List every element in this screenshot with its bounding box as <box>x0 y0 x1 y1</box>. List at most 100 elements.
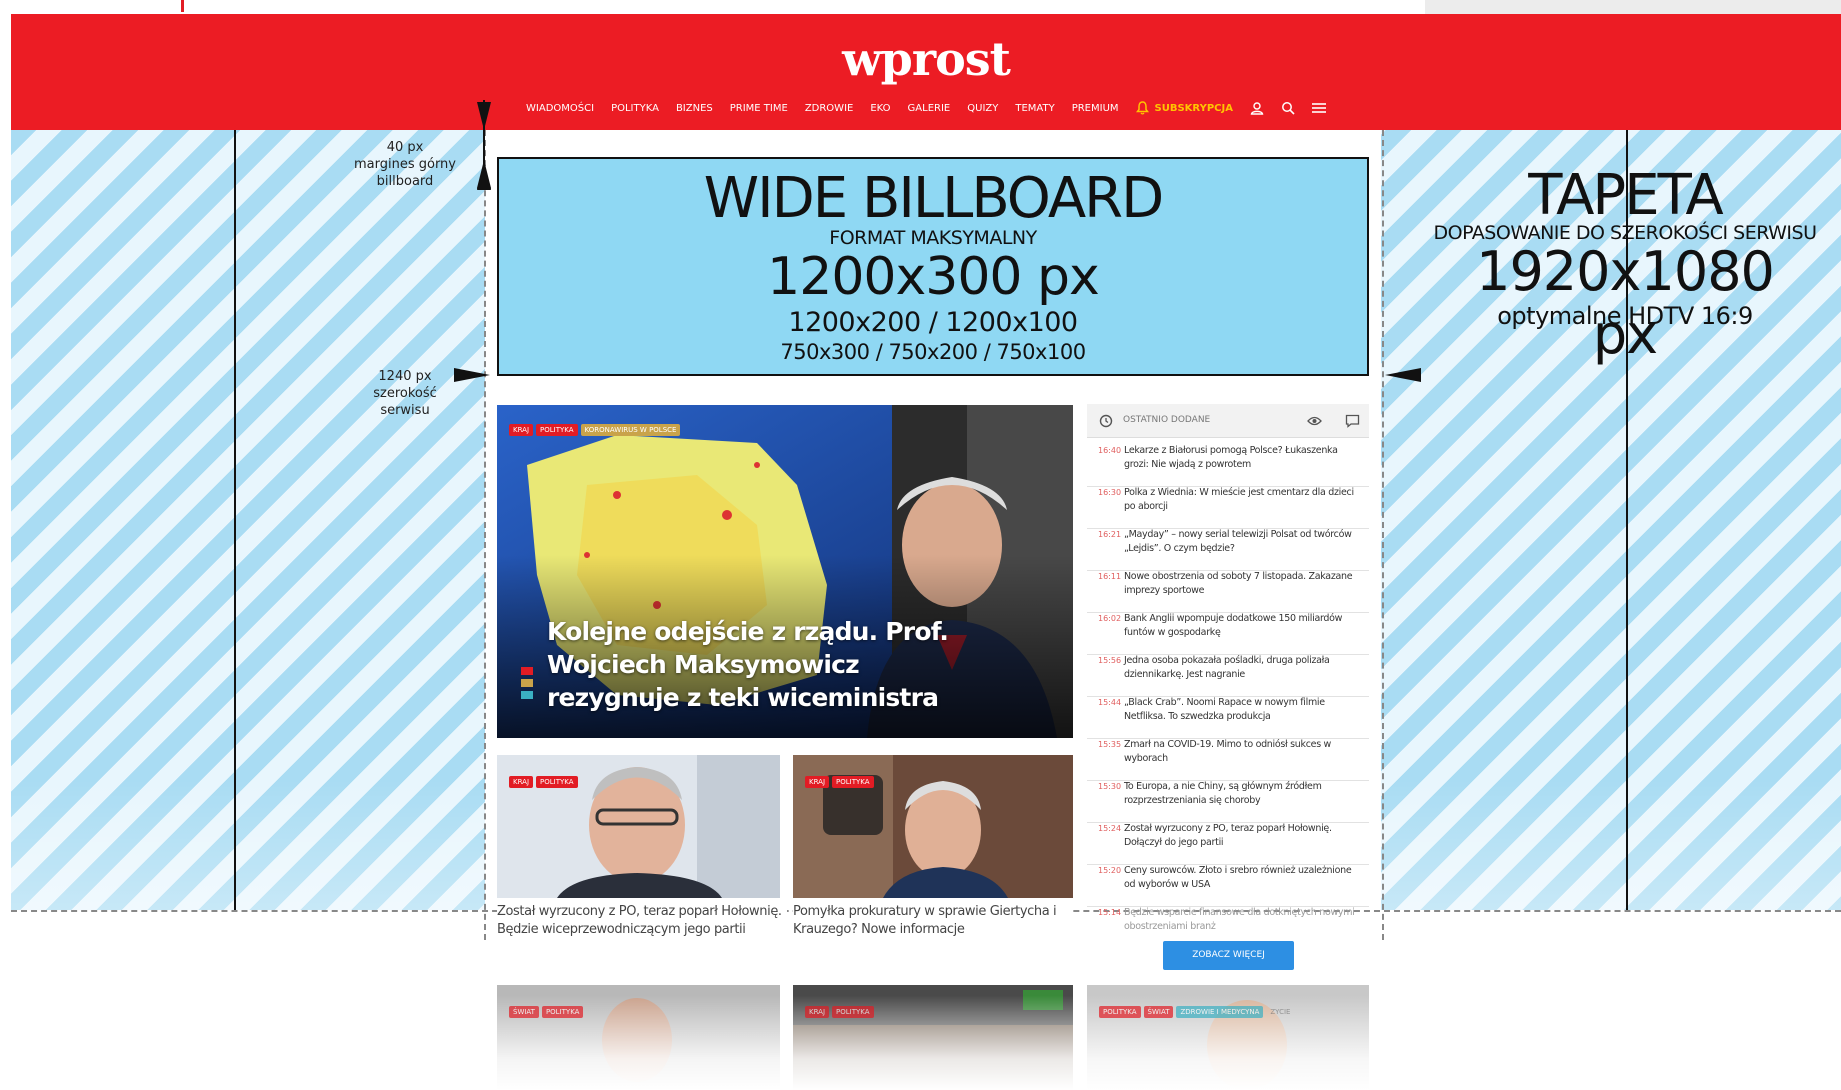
news-text: Polka z Wiednia: W mieście jest cmentarz… <box>1124 487 1354 512</box>
nav-item-wiadomosci[interactable]: WIADOMOŚCI <box>526 103 594 114</box>
list-item[interactable]: 15:44 „Black Crab”. Noomi Rapace w nowym … <box>1087 696 1369 739</box>
news-time: 16:30 <box>1098 488 1122 497</box>
site-logo[interactable]: wprost <box>11 32 1841 86</box>
tag-badge[interactable]: POLITYKA <box>536 424 578 436</box>
billboard-title: WIDE BILLBOARD <box>703 166 1164 231</box>
eye-icon[interactable] <box>1307 415 1322 427</box>
list-item[interactable]: 16:02 Bank Anglii wpompuje dodatkowe 150 … <box>1087 612 1369 655</box>
news-text: Został wyrzucony z PO, teraz poparł Hoło… <box>1124 823 1332 848</box>
news-text: To Europa, a nie Chiny, są głównym źródł… <box>1124 781 1322 806</box>
recent-news-sidebar: OSTATNIO DODANE 16:40 Lekarze z Białorusi… <box>1087 404 1369 944</box>
nav-item-galerie[interactable]: GALERIE <box>908 103 951 114</box>
news-text: Ceny surowców. Złoto i srebro również uz… <box>1124 865 1352 890</box>
list-item[interactable]: 15:24 Został wyrzucony z PO, teraz poparł… <box>1087 822 1369 865</box>
nav-item-biznes[interactable]: BIZNES <box>676 103 713 114</box>
list-item[interactable]: 15:30 To Europa, a nie Chiny, są głównym … <box>1087 780 1369 823</box>
site-width-annotation: 1240 px szerokość serwisu <box>350 368 460 419</box>
tag-badge[interactable]: POLITYKA <box>541 1006 584 1018</box>
list-item[interactable]: 15:56 Jedna osoba pokazała pośladki, drug… <box>1087 654 1369 697</box>
bottom-article-card-1[interactable]: ŚWIAT POLITYKA <box>497 985 780 1090</box>
news-text: Jedna osoba pokazała pośladki, druga pol… <box>1124 655 1330 680</box>
article-title-2[interactable]: Pomyłka prokuratury w sprawie Giertycha … <box>793 903 1073 939</box>
list-item[interactable]: 15:14 Będzie wsparcie finansowe dla dotkn… <box>1087 906 1369 938</box>
nav-item-prime-time[interactable]: PRIME TIME <box>730 103 788 114</box>
tag-badge[interactable]: KRAJ <box>805 1006 830 1018</box>
main-article[interactable]: KRAJ POLITYKA KORONAWIRUS W POLSCE Kolejne… <box>497 405 1073 738</box>
tag-badge[interactable]: ZYCIE <box>1266 1006 1294 1018</box>
tag-badge[interactable]: KRAJ <box>805 776 830 788</box>
news-time: 15:35 <box>1098 740 1122 749</box>
news-time: 16:21 <box>1098 530 1122 539</box>
article-title-1[interactable]: Został wyrzucony z PO, teraz poparł Hoło… <box>497 903 787 939</box>
see-more-button[interactable]: ZOBACZ WIĘCEJ <box>1163 941 1294 970</box>
tag-badge[interactable]: POLITYKA <box>832 776 874 788</box>
tag-badge[interactable]: POLITYKA <box>1099 1006 1141 1018</box>
title-accent <box>521 667 533 707</box>
news-text: Lekarze z Białorusi pomogą Polsce? Łukas… <box>1124 445 1338 470</box>
bell-icon <box>1135 101 1149 115</box>
article-tags-2: KRAJ POLITYKA <box>805 771 877 789</box>
news-time: 15:24 <box>1098 824 1122 833</box>
main-nav: WIADOMOŚCI POLITYKA BIZNES PRIME TIME ZD… <box>11 101 1841 115</box>
wallpaper-note: optymalne HDTV 16:9 <box>1497 302 1753 330</box>
news-time: 16:02 <box>1098 614 1122 623</box>
annotation-line: 1240 px <box>378 369 432 384</box>
billboard-subtitle: FORMAT MAKSYMALNY <box>829 227 1037 249</box>
tag-badge[interactable]: POLITYKA <box>536 776 578 788</box>
article-card-1[interactable]: KRAJ POLITYKA <box>497 755 780 898</box>
tag-badge[interactable]: POLITYKA <box>832 1006 874 1018</box>
bottom-article-card-2[interactable]: KRAJ POLITYKA <box>793 985 1073 1090</box>
annotation-line: billboard <box>376 174 434 189</box>
tag-badge[interactable]: KORONAWIRUS W POLSCE <box>580 424 681 436</box>
list-item[interactable]: 15:20 Ceny surowców. Złoto i srebro równi… <box>1087 864 1369 907</box>
top-margin-annotation: 40 px margines górny billboard <box>350 139 460 190</box>
search-icon[interactable] <box>1281 101 1295 115</box>
guide-site-left <box>484 130 486 940</box>
subscribe-label: SUBSKRYPCJA <box>1154 102 1233 114</box>
news-text: „Mayday” – nowy serial telewizji Polsat … <box>1124 529 1352 554</box>
tag-badge[interactable]: KRAJ <box>509 776 534 788</box>
tag-badge[interactable]: KRAJ <box>509 424 534 436</box>
guide-line-left <box>234 130 236 910</box>
comment-icon[interactable] <box>1345 414 1360 428</box>
article-card-2[interactable]: KRAJ POLITYKA <box>793 755 1073 898</box>
nav-item-zdrowie[interactable]: ZDROWIE <box>805 103 854 114</box>
tag-badge[interactable]: ZDROWIE I MEDYCYNA <box>1176 1006 1264 1018</box>
main-article-tags: KRAJ POLITYKA KORONAWIRUS W POLSCE <box>509 419 683 437</box>
top-margin-arrow-up <box>477 160 491 188</box>
tag-badge[interactable]: ŚWIAT <box>509 1006 539 1018</box>
nav-item-polityka[interactable]: POLITYKA <box>611 103 659 114</box>
list-item[interactable]: 16:11 Nowe obostrzenia od soboty 7 listop… <box>1087 570 1369 613</box>
annotation-line: 40 px <box>386 140 424 155</box>
news-time: 15:14 <box>1098 908 1122 917</box>
nav-item-quizy[interactable]: QUIZY <box>967 103 998 114</box>
bottom-article-card-3[interactable]: POLITYKA ŚWIAT ZDROWIE I MEDYCYNA ZYCIE <box>1087 985 1369 1090</box>
nav-item-premium[interactable]: PREMIUM <box>1072 103 1119 114</box>
news-time: 15:20 <box>1098 866 1122 875</box>
wide-billboard[interactable]: WIDE BILLBOARD FORMAT MAKSYMALNY 1200x30… <box>497 157 1369 376</box>
user-icon[interactable] <box>1250 101 1264 115</box>
list-item[interactable]: 16:21 „Mayday” – nowy serial telewizji Po… <box>1087 528 1369 571</box>
article-tags-1: KRAJ POLITYKA <box>509 771 581 789</box>
annotation-line: szerokość <box>373 386 437 401</box>
annotation-line: margines górny <box>353 157 456 172</box>
news-text: Nowe obostrzenia od soboty 7 listopada. … <box>1124 571 1353 596</box>
bottom-tags-3: POLITYKA ŚWIAT ZDROWIE I MEDYCYNA ZYCIE <box>1099 1001 1297 1019</box>
wallpaper-title: TAPETA <box>1528 163 1724 228</box>
news-text: „Black Crab”. Noomi Rapace w nowym filmi… <box>1124 697 1325 722</box>
list-item[interactable]: 16:30 Polka z Wiednia: W mieście jest cme… <box>1087 486 1369 529</box>
annotation-line: serwisu <box>380 403 430 418</box>
tag-badge[interactable]: ŚWIAT <box>1143 1006 1174 1018</box>
subscribe-link[interactable]: SUBSKRYPCJA <box>1135 101 1233 115</box>
list-item[interactable]: 15:35 Zmarł na COVID-19. Mimo to odniósł … <box>1087 738 1369 781</box>
main-article-title[interactable]: Kolejne odejście z rządu. Prof. Wojciech… <box>547 615 987 714</box>
nav-item-tematy[interactable]: TEMATY <box>1015 103 1054 114</box>
billboard-size: 1200x300 px <box>767 247 1100 307</box>
menu-icon[interactable] <box>1311 102 1326 114</box>
news-text: Zmarł na COVID-19. Mimo to odniósł sukce… <box>1124 739 1332 764</box>
top-strip-grey <box>1425 0 1841 14</box>
news-time: 15:30 <box>1098 782 1122 791</box>
nav-item-eko[interactable]: EKO <box>870 103 890 114</box>
list-item[interactable]: 16:40 Lekarze z Białorusi pomogą Polsce? … <box>1087 444 1369 487</box>
news-text: Bank Anglii wpompuje dodatkowe 150 milia… <box>1124 613 1343 638</box>
